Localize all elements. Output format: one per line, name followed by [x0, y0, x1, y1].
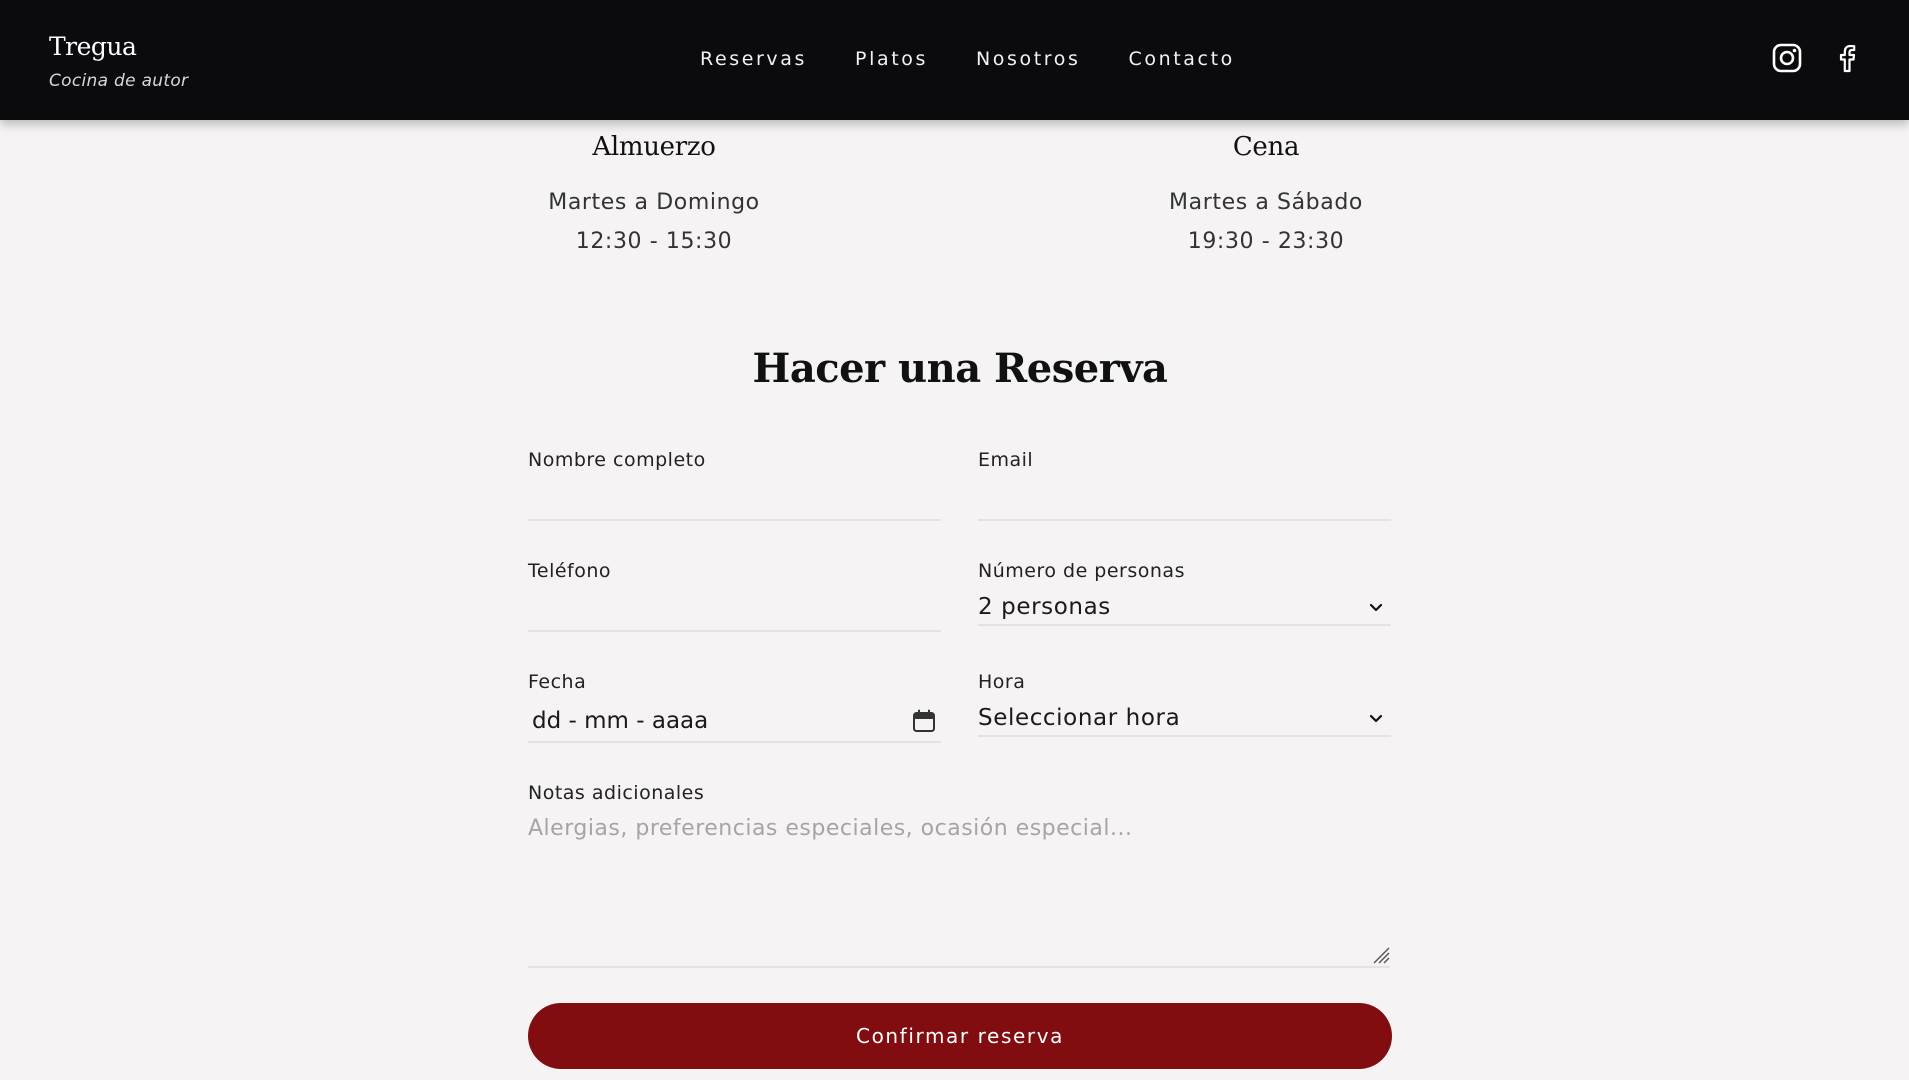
name-label: Nombre completo: [528, 449, 706, 471]
schedule-lunch-days: Martes a Domingo: [548, 190, 760, 215]
email-label: Email: [978, 449, 1034, 471]
phone-input[interactable]: [528, 592, 941, 632]
schedule-lunch-hours: 12:30 - 15:30: [575, 229, 733, 254]
date-label: Fecha: [528, 671, 587, 693]
schedule-lunch-title: Almuerzo: [592, 132, 716, 162]
schedule-dinner-title: Cena: [1232, 132, 1300, 162]
time-select[interactable]: Seleccionar hora: [978, 701, 1391, 737]
nav-link-reservas[interactable]: Reservas: [700, 48, 807, 70]
name-field: Nombre completo: [528, 449, 941, 521]
phone-label: Teléfono: [528, 560, 612, 582]
brand-name: Tregua: [49, 32, 137, 61]
form-title: Hacer una Reserva: [752, 345, 1168, 392]
site-header: Tregua Cocina de autor Reservas Platos N…: [0, 0, 1909, 120]
email-input[interactable]: [978, 481, 1391, 521]
schedule-dinner: Cena Martes a Sábado 19:30 - 23:30: [1106, 132, 1426, 254]
phone-field: Teléfono: [528, 560, 941, 632]
chevron-down-icon: [1369, 603, 1383, 612]
date-field: Fecha dd - mm - aaaa: [528, 671, 941, 743]
calendar-icon[interactable]: [911, 708, 937, 734]
notes-field: Notas adicionales: [528, 782, 1390, 968]
notes-textarea[interactable]: [528, 816, 1390, 968]
schedule-lunch: Almuerzo Martes a Domingo 12:30 - 15:30: [494, 132, 814, 254]
nav-link-nosotros[interactable]: Nosotros: [976, 48, 1081, 70]
people-label: Número de personas: [978, 560, 1185, 582]
nav-link-platos[interactable]: Platos: [855, 48, 928, 70]
people-selected-value: 2 personas: [978, 594, 1111, 620]
facebook-icon[interactable]: [1831, 42, 1863, 74]
date-placeholder: dd - mm - aaaa: [532, 708, 709, 734]
date-input[interactable]: dd - mm - aaaa: [528, 701, 941, 743]
time-field: Hora Seleccionar hora: [978, 671, 1391, 737]
name-input[interactable]: [528, 481, 941, 521]
confirm-reservation-button[interactable]: Confirmar reserva: [528, 1003, 1392, 1069]
chevron-down-icon: [1369, 714, 1383, 723]
schedule-dinner-hours: 19:30 - 23:30: [1187, 229, 1345, 254]
notes-label: Notas adicionales: [528, 782, 705, 804]
time-selected-value: Seleccionar hora: [978, 705, 1181, 731]
main-nav: Reservas Platos Nosotros Contacto: [700, 48, 1283, 70]
people-select[interactable]: 2 personas: [978, 590, 1391, 626]
email-field: Email: [978, 449, 1391, 521]
resize-handle-icon[interactable]: [1370, 944, 1390, 964]
brand[interactable]: Tregua Cocina de autor: [49, 32, 188, 91]
nav-link-contacto[interactable]: Contacto: [1129, 48, 1235, 70]
instagram-icon[interactable]: [1771, 42, 1803, 74]
brand-tagline: Cocina de autor: [49, 71, 189, 91]
schedule-dinner-days: Martes a Sábado: [1169, 190, 1363, 215]
people-field: Número de personas 2 personas: [978, 560, 1391, 626]
social-links: [1771, 42, 1863, 74]
time-label: Hora: [978, 671, 1026, 693]
